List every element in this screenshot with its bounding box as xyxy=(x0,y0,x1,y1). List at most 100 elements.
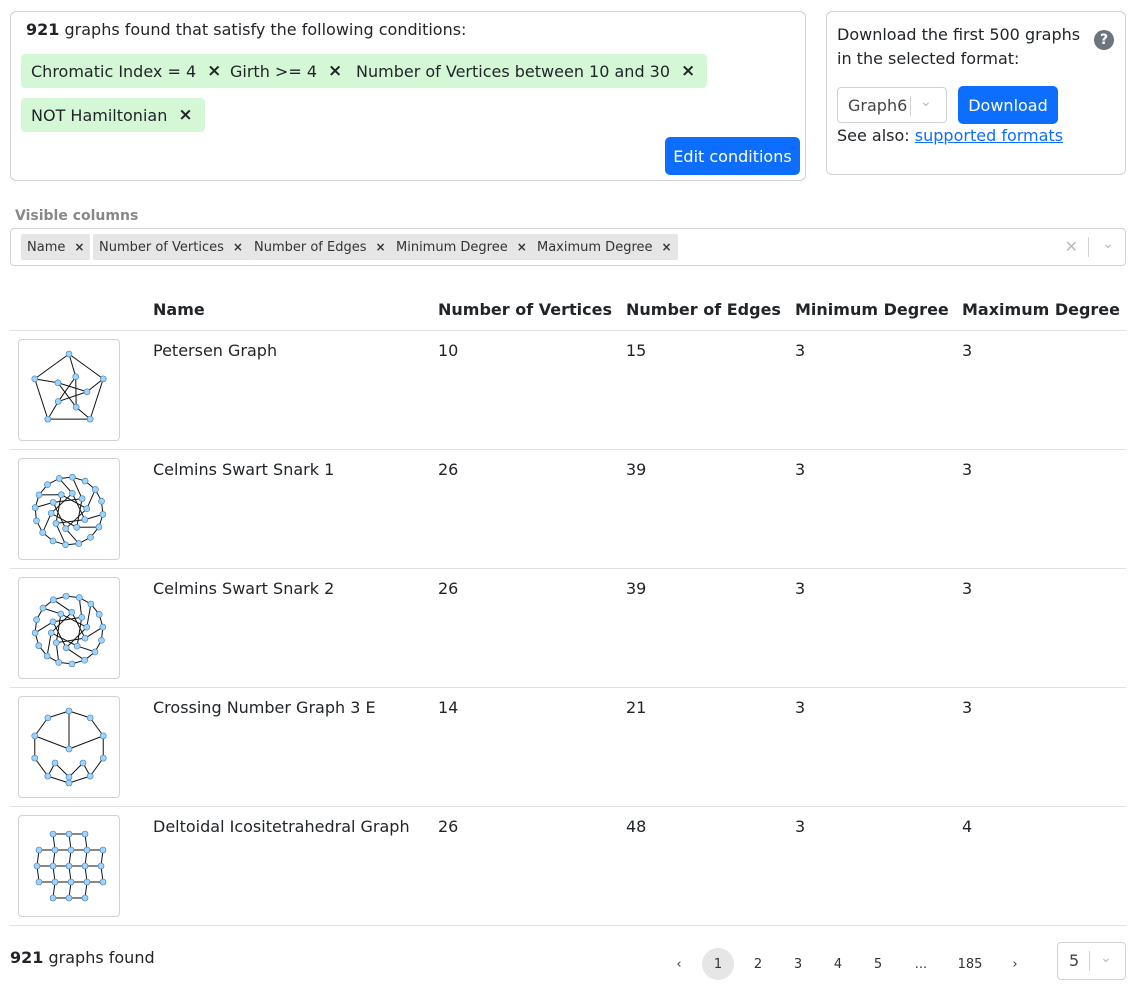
visible-columns-select[interactable]: Name × Number of Vertices × Number of Ed… xyxy=(10,228,1126,266)
next-page-button[interactable]: › xyxy=(999,948,1031,980)
graph-vertex xyxy=(86,772,94,780)
graph-vertex xyxy=(83,623,91,631)
format-select[interactable]: Graph6 ⌄ xyxy=(837,87,947,123)
chevron-down-icon[interactable]: ⌄ xyxy=(920,94,932,110)
graph-thumbnail[interactable] xyxy=(18,696,120,798)
page-button-4[interactable]: 4 xyxy=(822,948,854,980)
table-row[interactable]: Celmins Swart Snark 1 26 39 3 3 xyxy=(10,450,1126,569)
graph-vertex xyxy=(55,475,63,482)
remove-condition-icon[interactable]: × xyxy=(178,105,192,125)
page-ellipsis[interactable]: ... xyxy=(905,948,937,980)
graph-edge xyxy=(89,378,104,420)
page-button-3[interactable]: 3 xyxy=(782,948,814,980)
table-row[interactable]: Crossing Number Graph 3 E 14 21 3 3 xyxy=(10,688,1126,807)
graph-vertex xyxy=(98,636,105,644)
results-count-text: graphs found xyxy=(48,948,155,967)
per-page-value: 5 xyxy=(1069,951,1080,970)
graph-thumbnail[interactable] xyxy=(18,458,120,560)
graph-vertex xyxy=(65,350,73,358)
graph-thumbnail[interactable] xyxy=(18,577,120,679)
download-button[interactable]: Download xyxy=(958,86,1058,124)
prev-page-button[interactable]: ‹ xyxy=(663,948,695,980)
graph-name[interactable]: Celmins Swart Snark 1 xyxy=(153,460,334,479)
conditions-card: 921 graphs found that satisfy the follow… xyxy=(10,11,806,181)
page-button-2[interactable]: 2 xyxy=(742,948,774,980)
graph-vertex xyxy=(65,773,73,781)
clear-columns-icon[interactable]: ✕ xyxy=(1065,237,1078,256)
column-chip-min-degree: Minimum Degree × xyxy=(390,234,533,260)
per-page-select[interactable]: 5 ⌄ xyxy=(1057,942,1126,980)
remove-condition-icon[interactable]: × xyxy=(681,61,695,81)
help-icon[interactable]: ? xyxy=(1094,30,1114,50)
remove-column-icon[interactable]: × xyxy=(517,240,527,254)
column-chip-edges: Number of Edges × xyxy=(248,234,392,260)
cell-edges: 39 xyxy=(626,579,647,598)
graph-name[interactable]: Crossing Number Graph 3 E xyxy=(153,698,376,717)
page-button-5[interactable]: 5 xyxy=(862,948,894,980)
graph-vertex xyxy=(44,714,52,722)
column-chip-label: Number of Edges xyxy=(254,239,367,255)
graph-vertex xyxy=(83,505,91,512)
chevron-down-icon[interactable]: ⌄ xyxy=(1102,236,1114,252)
graph-vertex xyxy=(33,862,41,870)
graph-edge xyxy=(68,735,104,750)
column-chip-name: Name × xyxy=(21,234,91,260)
graph-name[interactable]: Petersen Graph xyxy=(153,341,277,360)
header-name[interactable]: Name xyxy=(153,300,205,319)
graph-vertex xyxy=(97,862,105,870)
page-button-1[interactable]: 1 xyxy=(702,948,734,980)
graph-edge xyxy=(56,637,86,644)
graph-edge xyxy=(89,757,104,777)
cell-vertices: 10 xyxy=(438,341,459,360)
remove-column-icon[interactable]: × xyxy=(376,240,386,254)
header-edges[interactable]: Number of Edges xyxy=(626,300,781,319)
remove-column-icon[interactable]: × xyxy=(662,240,672,254)
page-button-185[interactable]: 185 xyxy=(954,948,986,980)
graph-edge xyxy=(68,353,77,377)
graph-edge xyxy=(53,599,73,613)
graph-edge xyxy=(52,616,82,623)
graph-vertex xyxy=(44,772,52,780)
chevron-down-icon[interactable]: ⌄ xyxy=(1100,950,1112,966)
graph-edge xyxy=(34,378,49,420)
see-also-label: See also: xyxy=(837,126,910,145)
remove-column-icon[interactable]: × xyxy=(74,240,84,254)
condition-chip-hamiltonian: NOT Hamiltonian × xyxy=(21,98,205,132)
header-min-degree[interactable]: Minimum Degree xyxy=(795,300,949,319)
graph-vertex xyxy=(49,537,57,545)
graph-vertex xyxy=(67,878,75,886)
header-max-degree[interactable]: Maximum Degree xyxy=(962,300,1120,319)
visible-columns-label: Visible columns xyxy=(15,208,139,224)
graph-vertex xyxy=(47,510,55,517)
graph-vertex xyxy=(31,375,39,383)
download-card: Download the first 500 graphs in the sel… xyxy=(826,11,1126,175)
table-row[interactable]: Petersen Graph 10 15 3 3 xyxy=(10,331,1126,450)
cell-min-degree: 3 xyxy=(795,817,806,836)
supported-formats-link[interactable]: supported formats xyxy=(915,126,1063,145)
column-chip-max-degree: Maximum Degree × xyxy=(531,234,678,260)
table-row[interactable]: Celmins Swart Snark 2 26 39 3 3 xyxy=(10,569,1126,688)
graph-vertex xyxy=(72,373,80,381)
graph-name[interactable]: Deltoidal Icositetrahedral Graph xyxy=(153,817,410,836)
table-row[interactable]: Deltoidal Icositetrahedral Graph 26 48 3… xyxy=(10,807,1126,926)
cell-edges: 15 xyxy=(626,341,647,360)
graph-vertex xyxy=(49,499,57,506)
graph-vertex xyxy=(54,379,62,387)
remove-condition-icon[interactable]: × xyxy=(328,61,342,81)
graph-vertex xyxy=(87,534,94,541)
graph-thumbnail[interactable] xyxy=(18,815,120,917)
graph-thumbnail[interactable] xyxy=(18,339,120,441)
graph-name[interactable]: Celmins Swart Snark 2 xyxy=(153,579,334,598)
graph-vertex xyxy=(50,596,57,604)
graph-vertex xyxy=(69,473,76,481)
graph-edge xyxy=(34,735,70,750)
condition-chip-label: Chromatic Index = 4 xyxy=(31,61,197,81)
conditions-count: 921 xyxy=(26,20,60,39)
edit-conditions-button[interactable]: Edit conditions xyxy=(665,137,800,175)
header-vertices[interactable]: Number of Vertices xyxy=(438,300,612,319)
remove-column-icon[interactable]: × xyxy=(233,240,243,254)
column-chip-label: Maximum Degree xyxy=(537,239,653,255)
graph-vertex xyxy=(99,754,107,762)
graph-vertex xyxy=(35,878,43,886)
condition-chip-vertices: Number of Vertices between 10 and 30 × xyxy=(346,54,708,88)
